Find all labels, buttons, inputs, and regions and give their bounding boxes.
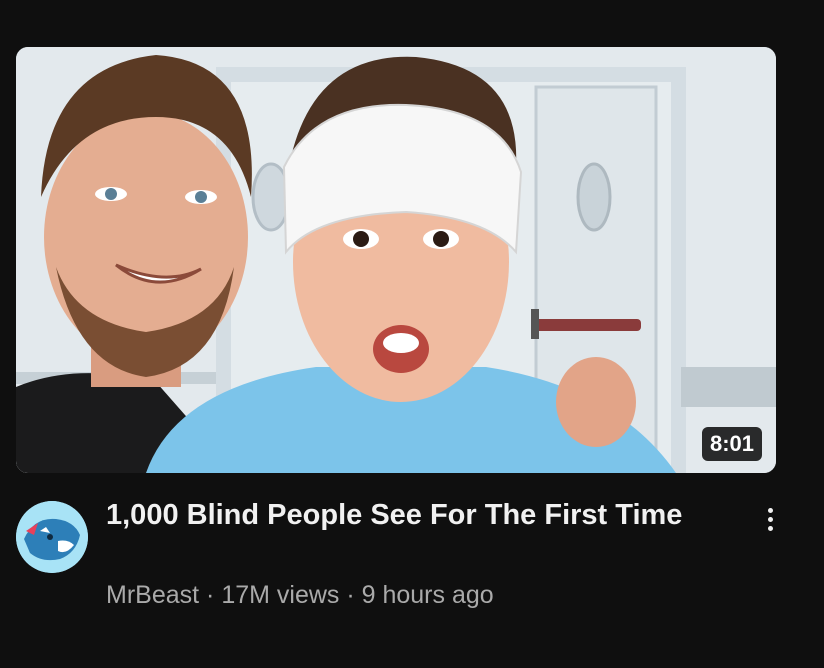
video-thumbnail[interactable]: 8:01 <box>16 47 776 473</box>
video-subtitle: MrBeast · 17M views · 9 hours ago <box>106 579 494 611</box>
separator: · <box>339 581 362 609</box>
menu-dot <box>767 525 773 531</box>
more-vertical-icon[interactable] <box>758 501 782 537</box>
view-count: 17M views <box>221 581 340 609</box>
video-meta: 1,000 Blind People See For The First Tim… <box>16 497 776 627</box>
upload-age: 9 hours ago <box>361 581 494 609</box>
mrbeast-logo-icon <box>16 501 88 573</box>
duration-badge: 8:01 <box>701 427 762 461</box>
video-title[interactable]: 1,000 Blind People See For The First Tim… <box>106 497 706 534</box>
channel-avatar[interactable] <box>16 501 88 573</box>
video-card[interactable]: 8:01 1,000 Blind People See For The Firs… <box>16 47 776 627</box>
thumbnail-image <box>16 47 776 473</box>
menu-dot <box>767 507 773 513</box>
channel-name[interactable]: MrBeast <box>106 581 199 609</box>
menu-dot <box>767 516 773 522</box>
separator: · <box>199 581 222 609</box>
